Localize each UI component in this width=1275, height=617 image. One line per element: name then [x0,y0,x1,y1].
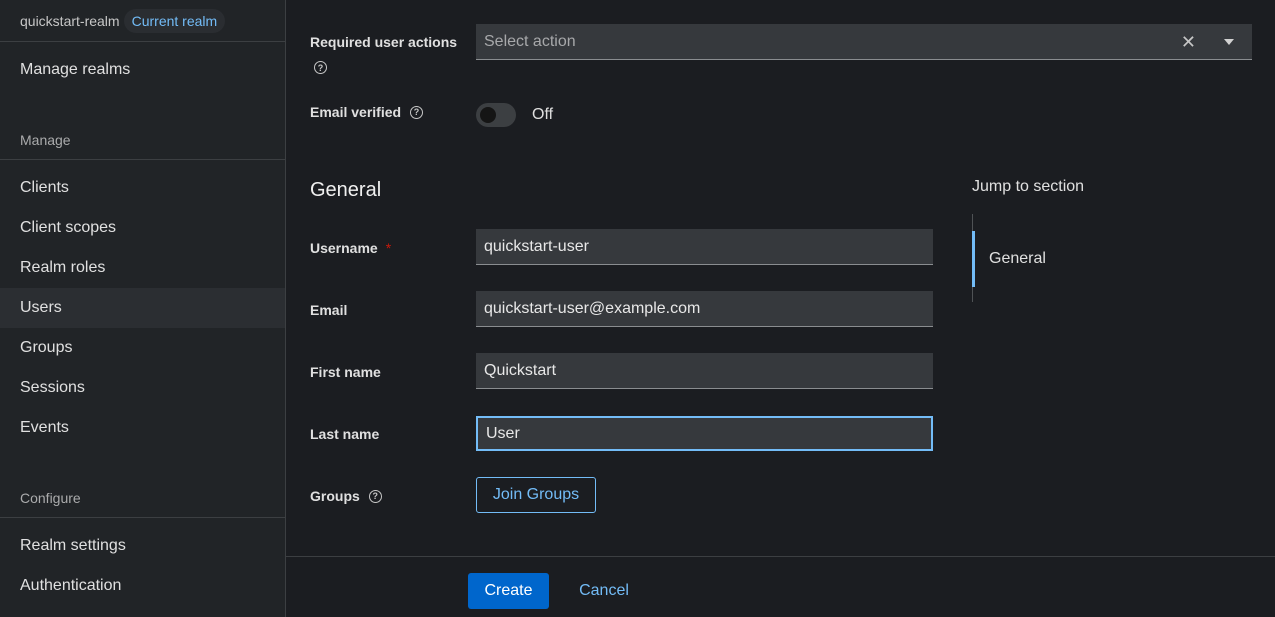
sidebar-item-users[interactable]: Users [0,288,285,328]
email-label: Email [310,302,348,318]
username-field[interactable] [476,229,933,265]
toggle-state-text: Off [532,106,554,123]
help-icon[interactable]: ? [368,489,382,503]
footer-divider [286,556,1275,557]
required-actions-label: Required user actions [310,34,458,50]
required-indicator: * [385,240,392,256]
sidebar-item-sessions[interactable]: Sessions [0,368,285,408]
sidebar-item-realm-roles[interactable]: Realm roles [0,248,285,288]
create-user-form: Required user actions ? Select action ✕ … [286,0,1275,617]
realm-selector[interactable]: quickstart-realm Current realm [0,0,285,42]
clear-icon[interactable]: ✕ [1181,32,1196,53]
section-title: General [310,179,382,201]
email-verified-toggle[interactable] [476,103,516,127]
sidebar-item-authentication[interactable]: Authentication [0,566,285,606]
join-groups-button[interactable]: Join Groups [476,477,596,513]
cancel-button[interactable]: Cancel [568,573,640,609]
sidebar-item-clients[interactable]: Clients [0,168,285,208]
realm-name: quickstart-realm [20,12,120,29]
required-actions-select[interactable]: Select action ✕ [476,24,1252,60]
toggle-knob [480,107,496,123]
jump-to-section-title: Jump to section [972,178,1085,195]
sidebar-item-client-scopes[interactable]: Client scopes [0,208,285,248]
sidebar-section-manage: Manage [20,132,71,148]
jump-nav-active-indicator [972,231,975,287]
create-button[interactable]: Create [468,573,549,609]
username-label: Username [310,240,378,256]
jump-link-general[interactable]: General [989,250,1046,268]
chevron-down-icon[interactable] [1224,39,1234,45]
email-field[interactable] [476,291,933,327]
sidebar-item-events[interactable]: Events [0,408,285,448]
sidebar-item-realm-settings[interactable]: Realm settings [0,526,285,566]
sidebar-divider [0,517,285,518]
help-icon[interactable]: ? [314,61,327,74]
current-realm-badge: Current realm [123,8,226,33]
last-name-field[interactable] [476,416,933,451]
groups-label-row: Groups ? [310,488,382,504]
last-name-label: Last name [310,426,380,442]
email-verified-label: Email verified [310,104,402,120]
first-name-label: First name [310,364,381,380]
sidebar-item-groups[interactable]: Groups [0,328,285,368]
sidebar-item-manage-realms[interactable]: Manage realms [0,50,285,90]
username-label-row: Username * [310,240,391,256]
sidebar: quickstart-realm Current realm Manage re… [0,0,286,617]
sidebar-section-configure: Configure [20,490,81,506]
email-verified-label-row: Email verified ? [310,104,424,120]
sidebar-divider [0,159,285,160]
help-icon[interactable]: ? [410,105,424,119]
groups-label: Groups [310,488,360,504]
select-placeholder: Select action [484,32,576,50]
first-name-field[interactable] [476,353,933,389]
